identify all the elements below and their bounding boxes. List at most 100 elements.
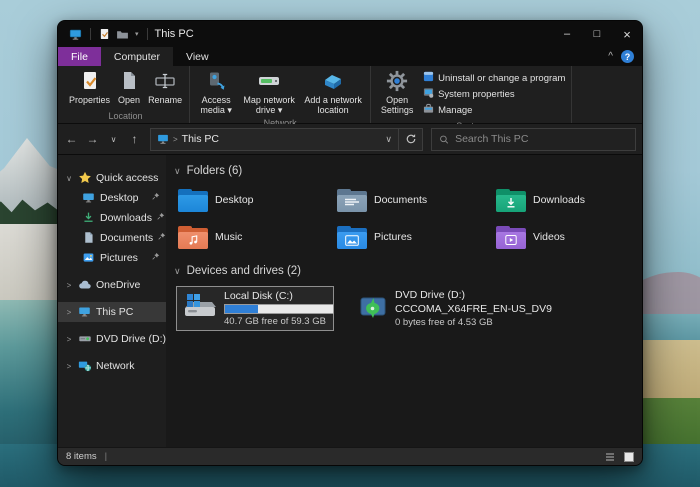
- navigation-pane: ∨ Quick access Desktop Downloads Documen: [58, 155, 166, 447]
- sidebar-item-quick-access[interactable]: ∨ Quick access: [58, 168, 166, 188]
- folder-icon-downloads: [496, 189, 526, 212]
- breadcrumb[interactable]: > This PC: [151, 133, 225, 145]
- ribbon-group-location: Properties Open Rename Location: [62, 66, 190, 123]
- status-divider: |: [105, 451, 107, 462]
- folder-tile-music[interactable]: Music: [176, 222, 335, 252]
- qat-properties-button[interactable]: [96, 21, 113, 47]
- collapse-ribbon-button[interactable]: ^: [608, 51, 613, 62]
- sidebar-onedrive-label: OneDrive: [96, 279, 140, 291]
- folder-icon-videos: [496, 226, 526, 249]
- maximize-button[interactable]: □: [582, 21, 612, 47]
- folder-tile-videos[interactable]: Videos: [494, 222, 642, 252]
- sidebar-item-downloads[interactable]: Downloads: [58, 208, 166, 228]
- sidebar-item-dvd-drive[interactable]: > DVD Drive (D:) CCCO: [58, 329, 166, 349]
- chevron-right-icon[interactable]: >: [64, 308, 74, 317]
- desktop-icon: [82, 191, 96, 205]
- drive-detail: 0 bytes free of 4.53 GB: [395, 317, 552, 328]
- folder-tile-documents[interactable]: Documents: [335, 185, 494, 215]
- collapse-section-icon[interactable]: ∨: [174, 266, 181, 277]
- folder-icon-documents: [337, 189, 367, 212]
- folder-icon-pictures: [337, 226, 367, 249]
- chevron-right-icon[interactable]: >: [64, 362, 74, 371]
- system-properties-icon: [423, 87, 434, 101]
- chevron-right-icon[interactable]: >: [64, 281, 74, 290]
- sidebar-item-documents[interactable]: Documents: [58, 228, 166, 248]
- manage-button[interactable]: Manage: [423, 103, 565, 117]
- folder-label: Downloads: [533, 194, 585, 206]
- folders-section-header[interactable]: ∨ Folders (6): [174, 161, 632, 181]
- close-button[interactable]: ×: [612, 21, 642, 47]
- chevron-right-icon[interactable]: >: [64, 335, 74, 344]
- uninstall-program-button[interactable]: Uninstall or change a program: [423, 71, 565, 85]
- search-box[interactable]: [431, 128, 636, 151]
- document-icon: [82, 231, 96, 245]
- folder-label: Documents: [374, 194, 427, 206]
- sidebar-item-this-pc[interactable]: > This PC: [58, 302, 166, 322]
- qat-new-folder-button[interactable]: [113, 21, 132, 47]
- this-pc-icon: [66, 21, 85, 47]
- qat-customize-dropdown[interactable]: ▾: [132, 21, 142, 47]
- breadcrumb-pc-icon: [157, 133, 169, 145]
- title-bar[interactable]: ▾ This PC – □ ×: [58, 21, 642, 47]
- file-explorer-window: ▾ This PC – □ × File Computer View ^ ?: [57, 20, 643, 466]
- rename-button[interactable]: Rename: [145, 68, 185, 107]
- window-title: This PC: [155, 28, 194, 40]
- folder-icon-music: [178, 226, 208, 249]
- thumbnail-view-button[interactable]: [621, 450, 637, 464]
- folder-tile-pictures[interactable]: Pictures: [335, 222, 494, 252]
- folder-tile-downloads[interactable]: Downloads: [494, 185, 642, 215]
- drive-name: Local Disk (C:): [224, 290, 328, 302]
- sidebar-item-network[interactable]: > Network: [58, 356, 166, 376]
- search-input[interactable]: [455, 133, 628, 145]
- details-view-button[interactable]: [602, 450, 618, 464]
- folder-tile-desktop[interactable]: Desktop: [176, 185, 335, 215]
- sidebar-downloads-label: Downloads: [100, 212, 152, 224]
- drive-tile-local-disk[interactable]: Local Disk (C:) 40.7 GB free of 59.3 GB: [176, 286, 334, 331]
- hard-drive-icon: [182, 291, 218, 326]
- refresh-icon: [405, 133, 417, 145]
- titlebar-separator: [90, 28, 91, 40]
- up-button[interactable]: ↑: [125, 128, 144, 150]
- tab-computer[interactable]: Computer: [101, 47, 173, 66]
- folder-label: Videos: [533, 231, 565, 243]
- drive-name: DVD Drive (D:): [395, 289, 552, 301]
- rename-icon: [154, 70, 176, 94]
- sidebar-item-pictures[interactable]: Pictures: [58, 248, 166, 268]
- open-settings-button[interactable]: Open Settings: [375, 68, 419, 117]
- dvd-disc-icon: [357, 292, 389, 325]
- access-media-button[interactable]: Access media ▾: [194, 68, 238, 117]
- system-properties-button[interactable]: System properties: [423, 87, 565, 101]
- properties-icon: [80, 70, 100, 94]
- forward-button[interactable]: →: [83, 128, 102, 150]
- chevron-down-icon[interactable]: ∨: [64, 174, 74, 183]
- sidebar-this-pc-label: This PC: [96, 306, 133, 318]
- sidebar-item-desktop[interactable]: Desktop: [58, 188, 166, 208]
- address-bar[interactable]: > This PC ∨: [150, 128, 423, 151]
- open-button[interactable]: Open: [115, 68, 143, 107]
- tab-file[interactable]: File: [58, 47, 101, 66]
- sidebar-documents-label: Documents: [100, 232, 153, 244]
- network-icon: [78, 359, 92, 373]
- map-network-drive-button[interactable]: Map network drive ▾: [240, 68, 298, 117]
- recent-locations-dropdown[interactable]: ∨: [104, 128, 123, 150]
- folder-icon-desktop: [178, 189, 208, 212]
- collapse-section-icon[interactable]: ∨: [174, 166, 181, 177]
- devices-section-header[interactable]: ∨ Devices and drives (2): [174, 261, 632, 281]
- minimize-button[interactable]: –: [552, 21, 582, 47]
- titlebar-separator-2: [147, 28, 148, 40]
- drive-tile-dvd[interactable]: DVD Drive (D:) CCCOMA_X64FRE_EN-US_DV9 0…: [352, 286, 557, 331]
- tab-view[interactable]: View: [173, 47, 222, 66]
- sidebar-item-onedrive[interactable]: > OneDrive: [58, 275, 166, 295]
- properties-label: Properties: [69, 95, 110, 105]
- help-icon[interactable]: ?: [621, 50, 634, 63]
- manage-label: Manage: [438, 105, 472, 116]
- back-button[interactable]: ←: [62, 128, 81, 150]
- breadcrumb-this-pc[interactable]: This PC: [182, 133, 219, 145]
- add-network-location-button[interactable]: Add a network location: [300, 68, 366, 117]
- content-pane: ∨ Folders (6) Desktop Documents: [166, 155, 642, 447]
- capacity-bar: [224, 304, 334, 314]
- properties-button[interactable]: Properties: [66, 68, 113, 107]
- address-dropdown-icon[interactable]: ∨: [379, 134, 398, 145]
- ribbon-tab-row: File Computer View ^ ?: [58, 47, 642, 66]
- refresh-button[interactable]: [398, 129, 422, 150]
